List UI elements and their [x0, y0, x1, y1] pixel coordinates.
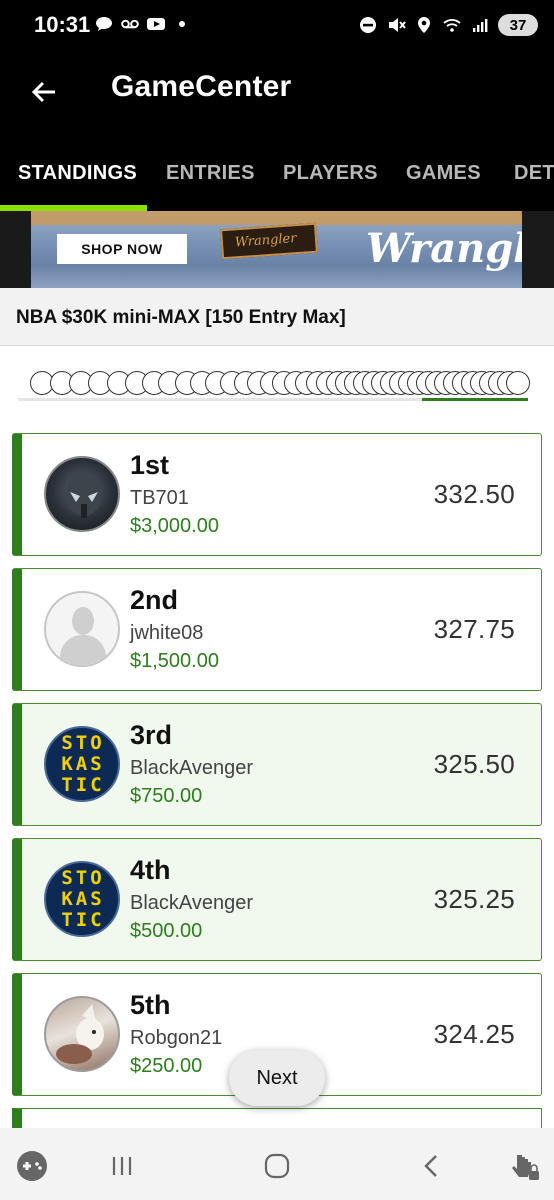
accessibility-button[interactable]: [504, 1146, 544, 1186]
entry-rank: 1st: [130, 450, 170, 480]
user-avatar: STO KAS TIC: [44, 861, 120, 937]
system-nav-bar: [0, 1128, 554, 1200]
entry-rank: 3rd: [130, 720, 173, 750]
contest-title: NBA $30K mini-MAX [150 Entry Max]: [16, 307, 346, 328]
entry-rank: 2nd: [130, 585, 179, 615]
tab-details[interactable]: DETA: [514, 162, 554, 185]
entry-score: 327.75: [433, 614, 515, 644]
mute-icon: [389, 18, 406, 32]
notification-icons: [94, 14, 192, 34]
tab-bar: STANDINGS ENTRIES PLAYERS GAMES DETA: [0, 138, 554, 211]
stokastic-logo-row: TIC: [61, 774, 105, 796]
entry-score: 324.25: [433, 1019, 515, 1049]
user-avatar: [44, 456, 120, 532]
entry-prize: $500.00: [130, 920, 203, 942]
system-icons: 37: [358, 14, 538, 36]
brand-patch: Wrangler: [220, 222, 318, 260]
entry-username: jwhite08: [130, 622, 204, 644]
default-avatar-head: [72, 607, 94, 635]
stokastic-logo-row: KAS: [61, 888, 105, 910]
dot-icon: [179, 21, 185, 27]
entry-card-highlighted[interactable]: STO KAS TIC 4th BlackAvenger $500.00 325.2…: [12, 838, 542, 961]
shop-now-button[interactable]: SHOP NOW: [57, 234, 187, 264]
default-avatar-body: [60, 635, 106, 665]
battery-indicator: 37: [498, 14, 538, 36]
user-avatar: [44, 996, 120, 1072]
signal-icon: [473, 19, 488, 32]
entry-card[interactable]: 2nd jwhite08 $1,500.00 327.75: [12, 568, 542, 691]
skull-mask-icon: [66, 472, 102, 518]
chevron-left-icon: [424, 1155, 437, 1177]
entry-rank: 5th: [130, 990, 171, 1020]
voicemail-icon: [121, 19, 139, 29]
entry-username: TB701: [130, 487, 189, 509]
stokastic-logo: STO KAS TIC: [49, 868, 117, 931]
dog-photo-icon: [56, 1004, 104, 1064]
touch-lock-icon: [512, 1155, 539, 1180]
strip-progress: [422, 398, 528, 401]
ad-banner[interactable]: Wrangler SHOP NOW Wrangler: [0, 211, 554, 288]
gamepad-icon: [17, 1151, 47, 1181]
stokastic-logo-row: TIC: [61, 909, 105, 931]
chat-bubble-icon: [96, 17, 112, 31]
entry-card-highlighted[interactable]: STO KAS TIC 3rd BlackAvenger $750.00 325.5…: [12, 703, 542, 826]
patch-text: Wrangler: [234, 231, 297, 251]
location-icon: [418, 17, 430, 33]
app-title: GameCenter: [111, 70, 292, 103]
entrant-avatar[interactable]: [505, 371, 530, 395]
stokastic-logo-row: STO: [61, 867, 105, 889]
ad-image: Wrangler SHOP NOW Wrangler: [31, 211, 522, 288]
entry-score: 332.50: [433, 479, 515, 509]
denim-seam: [31, 211, 522, 225]
back-nav-button[interactable]: [412, 1146, 452, 1186]
entry-username: Robgon21: [130, 1027, 223, 1049]
stokastic-logo-row: KAS: [61, 753, 105, 775]
battery-level: 37: [509, 16, 527, 34]
do-not-disturb-icon: [360, 17, 376, 33]
tab-players[interactable]: PLAYERS: [283, 162, 378, 185]
wifi-icon: [443, 19, 461, 32]
user-avatar: STO KAS TIC: [44, 726, 120, 802]
entry-prize: $750.00: [130, 785, 203, 807]
tab-entries[interactable]: ENTRIES: [166, 162, 255, 185]
home-button[interactable]: [257, 1146, 297, 1186]
entry-prize: $250.00: [130, 1055, 203, 1077]
app-bar: GameCenter: [0, 52, 554, 138]
stokastic-logo-row: STO: [61, 732, 105, 754]
entry-prize: $3,000.00: [130, 515, 219, 537]
brand-logo: Wrangler: [366, 225, 522, 272]
entry-username: BlackAvenger: [130, 757, 254, 779]
contest-header: NBA $30K mini-MAX [150 Entry Max]: [0, 288, 554, 346]
entry-card[interactable]: 1st TB701 $3,000.00 332.50: [12, 433, 542, 556]
status-time: 10:31: [34, 12, 91, 37]
arrow-left-icon: [31, 81, 55, 103]
tab-games[interactable]: GAMES: [406, 162, 481, 185]
recent-apps-icon: [112, 1157, 132, 1175]
next-button[interactable]: Next: [229, 1050, 325, 1106]
recent-apps-button[interactable]: [102, 1146, 142, 1186]
entry-score: 325.50: [433, 749, 515, 779]
entrant-avatar-strip[interactable]: [18, 368, 538, 404]
entry-score: 325.25: [433, 884, 515, 914]
entry-username: BlackAvenger: [130, 892, 254, 914]
home-icon: [264, 1153, 290, 1179]
stokastic-logo: STO KAS TIC: [49, 733, 117, 796]
user-avatar: [44, 591, 120, 667]
tab-standings[interactable]: STANDINGS: [18, 162, 137, 185]
status-bar: 10:31 37: [0, 0, 554, 52]
youtube-icon: [147, 18, 165, 30]
entry-rank: 4th: [130, 855, 171, 885]
app-screen: 10:31 37 GameCenter STANDINGS ENTRIES PL…: [0, 0, 554, 1200]
back-button[interactable]: [22, 70, 66, 114]
game-launcher-button[interactable]: [12, 1146, 52, 1186]
entry-prize: $1,500.00: [130, 650, 219, 672]
